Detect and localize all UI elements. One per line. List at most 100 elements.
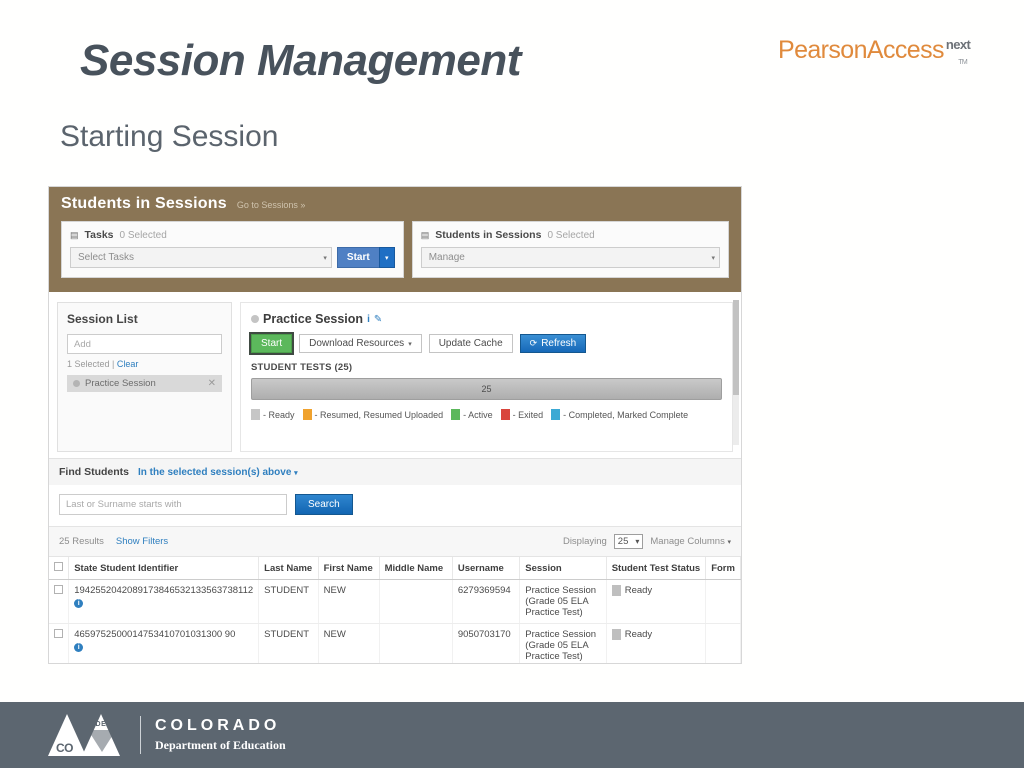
cell-form [705, 623, 741, 663]
column-header-ssid[interactable]: State Student Identifier [68, 557, 260, 580]
legend-label-resumed: - Resumed, Resumed Uploaded [314, 409, 444, 420]
ssid-value: 1942552042089173846532133563738112 [74, 585, 254, 596]
select-all-checkbox[interactable] [54, 562, 63, 571]
start-dropdown-caret-icon[interactable]: ▾ [378, 247, 395, 268]
cell-ssid: 1942552042089173846532133563738112 i [68, 579, 260, 624]
pearsonaccess-next-label: next [945, 36, 971, 52]
footer-divider [140, 716, 141, 754]
table-header-row: State Student Identifier Last Name First… [49, 557, 741, 580]
cell-ssid: 4659752500014753410701031300 90 i [68, 623, 260, 663]
footer-text: COLORADO Department of Education [155, 717, 286, 753]
header-panels: ▤ Tasks 0 Selected Select Tasks ▾ Start … [61, 221, 729, 278]
status-badge: Ready [611, 629, 701, 640]
column-header-middle-name[interactable]: Middle Name [379, 557, 453, 580]
tasks-select-row: Select Tasks ▾ Start ▾ [70, 247, 395, 268]
select-tasks-dropdown[interactable]: Select Tasks ▾ [70, 247, 332, 268]
student-tests-status-bar: 25 [251, 378, 722, 400]
sis-panel-head: ▤ Students in Sessions 0 Selected [421, 229, 720, 241]
legend-swatch-completed [551, 409, 561, 420]
sis-selected-count: 0 Selected [547, 229, 595, 241]
cell-username: 9050703170 [452, 623, 521, 663]
clear-sessions-link[interactable]: Clear [117, 359, 139, 369]
cell-session: Practice Session (Grade 05 ELA Practice … [519, 579, 607, 624]
session-detail-panel: Practice Session i ✎ Start Download Reso… [240, 302, 733, 452]
start-session-button[interactable]: Start [251, 334, 293, 353]
row-checkbox[interactable] [54, 629, 63, 638]
footer-band: CDE CO COLORADO Department of Education [0, 702, 1024, 768]
column-header-session[interactable]: Session [519, 557, 607, 580]
remove-session-icon[interactable]: ✕ [208, 378, 216, 389]
logo-co-text: CO [56, 741, 74, 755]
column-header-test-status[interactable]: Student Test Status [606, 557, 707, 580]
session-dot-icon [73, 380, 80, 387]
start-split-button[interactable]: Start ▾ [336, 247, 395, 268]
table-row[interactable]: 1942552042089173846532133563738112 i STU… [49, 579, 741, 624]
edit-pencil-icon[interactable]: ✎ [374, 314, 382, 325]
go-to-sessions-link[interactable]: Go to Sessions » [237, 200, 306, 210]
column-header-form[interactable]: Form [705, 557, 741, 580]
show-filters-link[interactable]: Show Filters [116, 536, 168, 547]
manage-dropdown[interactable]: Manage ▾ [420, 247, 720, 268]
tasks-panel-label: Tasks [84, 229, 114, 241]
selected-session-chip[interactable]: Practice Session ✕ [67, 375, 222, 392]
session-add-input[interactable]: Add [67, 334, 222, 354]
chip-left: Practice Session [73, 378, 156, 389]
status-badge: Ready [611, 585, 701, 596]
refresh-icon: ⟳ [529, 338, 538, 348]
displaying-value: 25 [617, 536, 629, 547]
session-selected-meta: 1 Selected | Clear [67, 359, 222, 369]
legend-swatch-active [451, 409, 461, 420]
column-header-last-name[interactable]: Last Name [258, 557, 319, 580]
session-list-panel: Session List Add 1 Selected | Clear Prac… [57, 302, 232, 452]
displaying-select[interactable]: 25 ▾ [613, 534, 644, 549]
find-students-title: Find Students [59, 466, 129, 478]
download-resources-button[interactable]: Download Resources ▾ [299, 334, 422, 353]
session-selected-count: 1 Selected | [67, 359, 115, 369]
session-workspace: Session List Add 1 Selected | Clear Prac… [49, 292, 741, 458]
row-select-cell[interactable] [49, 623, 70, 663]
cell-first-name: NEW [318, 579, 380, 624]
start-button[interactable]: Start [336, 247, 379, 268]
status-legend: - Ready - Resumed, Resumed Uploaded - Ac… [251, 409, 722, 420]
legend-swatch-ready [251, 409, 260, 420]
cell-test-status: Ready [606, 579, 707, 624]
students-table: State Student Identifier Last Name First… [49, 557, 741, 663]
info-icon[interactable]: i [74, 643, 84, 652]
session-list-title: Session List [67, 312, 138, 326]
manage-columns-button[interactable]: Manage Columns ▾ [650, 536, 731, 547]
search-input[interactable]: Last or Surname starts with [59, 494, 287, 515]
legend-swatch-exited [500, 409, 510, 420]
manage-dropdown-value: Manage [428, 252, 465, 263]
row-select-cell[interactable] [49, 579, 70, 624]
column-header-first-name[interactable]: First Name [318, 557, 380, 580]
sis-select-row: Manage ▾ [420, 247, 720, 268]
select-all-header[interactable] [49, 557, 70, 580]
refresh-label: Refresh [541, 338, 577, 349]
legend-item-ready: - Ready [251, 409, 295, 420]
scrollbar-thumb[interactable] [733, 300, 739, 395]
update-cache-button[interactable]: Update Cache [428, 334, 513, 353]
find-students-bar: Find Students In the selected session(s)… [49, 458, 741, 485]
table-row[interactable]: 4659752500014753410701031300 90 i STUDEN… [49, 623, 741, 663]
chevron-down-icon: ▾ [294, 469, 298, 477]
ssid-value: 4659752500014753410701031300 90 [74, 629, 236, 640]
download-resources-label: Download Resources [309, 338, 405, 349]
legend-swatch-resumed [302, 409, 312, 420]
find-students-scope-dropdown[interactable]: In the selected session(s) above ▾ [138, 467, 298, 478]
colorado-cde-logo-icon: CDE CO [48, 714, 126, 756]
cell-session: Practice Session (Grade 05 ELA Practice … [519, 623, 607, 663]
search-button[interactable]: Search [295, 494, 353, 515]
chevron-down-icon: ▾ [711, 254, 715, 262]
find-students-scope-label: In the selected session(s) above [138, 466, 292, 478]
workspace-scrollbar[interactable] [733, 300, 739, 445]
cell-last-name: STUDENT [258, 623, 319, 663]
footer-inner: CDE CO COLORADO Department of Education [0, 702, 1024, 768]
legend-label-active: - Active [463, 409, 493, 420]
column-header-username[interactable]: Username [452, 557, 521, 580]
refresh-button[interactable]: ⟳ Refresh [519, 334, 587, 353]
info-icon[interactable]: i [74, 599, 84, 608]
chevron-down-icon: ▾ [408, 340, 412, 348]
info-icon[interactable]: i [367, 314, 370, 325]
sis-panel-label: Students in Sessions [435, 229, 542, 241]
row-checkbox[interactable] [54, 585, 63, 594]
